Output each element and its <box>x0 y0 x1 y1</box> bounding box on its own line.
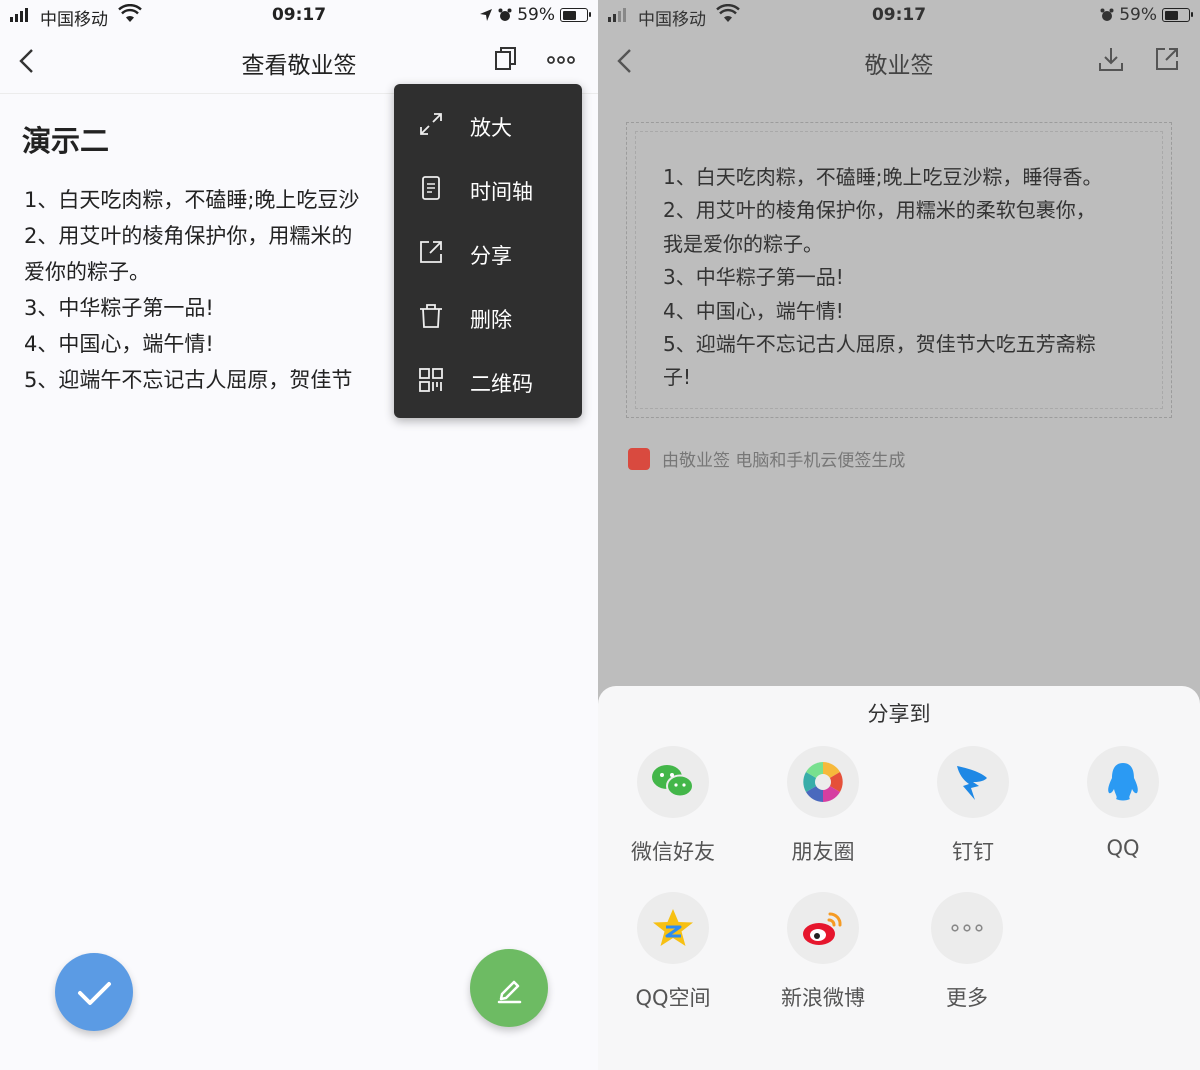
battery-fill <box>562 10 577 20</box>
weibo-icon <box>787 892 859 964</box>
battery-icon <box>1162 8 1193 22</box>
copy-icon[interactable] <box>494 46 518 72</box>
share-item-label: 微信好友 <box>631 840 715 864</box>
menu-item-label: 时间轴 <box>470 180 533 204</box>
menu-item-zoom[interactable]: 放大 <box>394 90 582 154</box>
menu-item-label: 二维码 <box>470 372 533 396</box>
share-dingtalk-button[interactable]: 钉钉 <box>898 746 1048 866</box>
battery-percent: 59% <box>517 5 555 25</box>
confirm-fab-button[interactable] <box>55 953 133 1031</box>
share-moments-button[interactable]: 朋友圈 <box>748 746 898 866</box>
trash-icon <box>420 304 442 328</box>
share-qq-button[interactable]: QQ <box>1048 746 1198 860</box>
share-item-label: 更多 <box>946 986 988 1010</box>
dingtalk-icon <box>937 746 1009 818</box>
note-view-screen: 中国移动 09:17 59% 查看敬业签 演示二 1、白天吃肉粽，不磕睡;晚上吃… <box>0 0 598 1070</box>
more-dots-icon[interactable] <box>547 56 575 64</box>
share-sheet: 分享到 微信好友 朋友圈 钉钉 QQ QQ空间 新浪微博 更多 <box>598 686 1200 1070</box>
check-icon <box>78 982 111 1005</box>
download-icon[interactable] <box>1098 46 1124 72</box>
battery-percent: 59% <box>1119 5 1157 25</box>
note-title: 演示二 <box>22 124 110 158</box>
qzone-icon <box>637 892 709 964</box>
share-sheet-title: 分享到 <box>867 702 931 726</box>
battery-fill <box>1164 10 1179 20</box>
card-text: 1、白天吃肉粽，不磕睡;晚上吃豆沙粽，睡得香。 2、用艾叶的棱角保护你，用糯米的… <box>663 161 1163 395</box>
share-qzone-button[interactable]: QQ空间 <box>598 892 748 1012</box>
share-weibo-button[interactable]: 新浪微博 <box>748 892 898 1012</box>
more-menu: 放大 时间轴 分享 删除 二维码 <box>394 84 582 418</box>
card-line: 子! <box>663 365 692 390</box>
card-line: 5、迎端午不忘记古人屈原，贺佳节大吃五芳斋粽 <box>663 332 1096 357</box>
wechat-icon <box>637 746 709 818</box>
note-image-card: 1、白天吃肉粽，不磕睡;晚上吃豆沙粽，睡得香。 2、用艾叶的棱角保护你，用糯米的… <box>626 122 1172 418</box>
share-screen: 中国移动 09:17 59% 敬业签 1、白天吃肉粽，不磕睡;晚上吃豆沙粽，睡得… <box>598 0 1200 1070</box>
share-item-label: 钉钉 <box>952 840 994 864</box>
timeline-icon <box>422 176 440 200</box>
menu-item-share[interactable]: 分享 <box>394 218 582 282</box>
menu-item-label: 分享 <box>470 244 512 268</box>
share-item-label: QQ <box>1106 836 1140 860</box>
moments-icon <box>787 746 859 818</box>
export-icon[interactable] <box>1154 46 1180 72</box>
menu-item-timeline[interactable]: 时间轴 <box>394 154 582 218</box>
expand-icon <box>420 113 442 135</box>
nav-bar: 敬业签 <box>598 30 1200 94</box>
card-line: 1、白天吃肉粽，不磕睡;晚上吃豆沙粽，睡得香。 <box>663 165 1103 189</box>
card-line: 2、用艾叶的棱角保护你，用糯米的柔软包裹你， <box>663 198 1096 223</box>
share-item-label: 朋友圈 <box>791 840 855 864</box>
status-bar: 中国移动 09:17 59% <box>0 0 598 30</box>
menu-item-qrcode[interactable]: 二维码 <box>394 346 582 410</box>
pencil-icon <box>497 980 522 1004</box>
card-line: 3、中华粽子第一品! <box>663 265 844 290</box>
qrcode-icon <box>419 368 443 392</box>
share-item-label: 新浪微博 <box>781 986 865 1010</box>
battery-icon <box>560 8 591 22</box>
share-more-button[interactable]: 更多 <box>892 892 1042 1012</box>
menu-item-label: 放大 <box>470 116 512 140</box>
qq-icon <box>1087 746 1159 818</box>
alarm-icon <box>1100 8 1114 21</box>
location-icon <box>480 9 493 21</box>
share-icon <box>420 241 442 263</box>
alarm-icon <box>498 8 512 21</box>
generated-by-note: 由敬业签 电脑和手机云便签生成 <box>628 446 905 471</box>
menu-item-label: 删除 <box>470 308 512 332</box>
app-logo-icon <box>628 447 650 470</box>
share-item-label: QQ空间 <box>635 986 711 1010</box>
edit-fab-button[interactable] <box>470 949 548 1027</box>
more-icon <box>931 892 1003 964</box>
card-line: 我是爱你的粽子。 <box>663 231 823 256</box>
generated-by-text: 由敬业签 电脑和手机云便签生成 <box>662 451 906 471</box>
share-wechat-button[interactable]: 微信好友 <box>598 746 748 866</box>
status-bar: 中国移动 09:17 59% <box>598 0 1200 30</box>
card-line: 4、中国心，端午情! <box>663 298 844 323</box>
menu-item-delete[interactable]: 删除 <box>394 282 582 346</box>
